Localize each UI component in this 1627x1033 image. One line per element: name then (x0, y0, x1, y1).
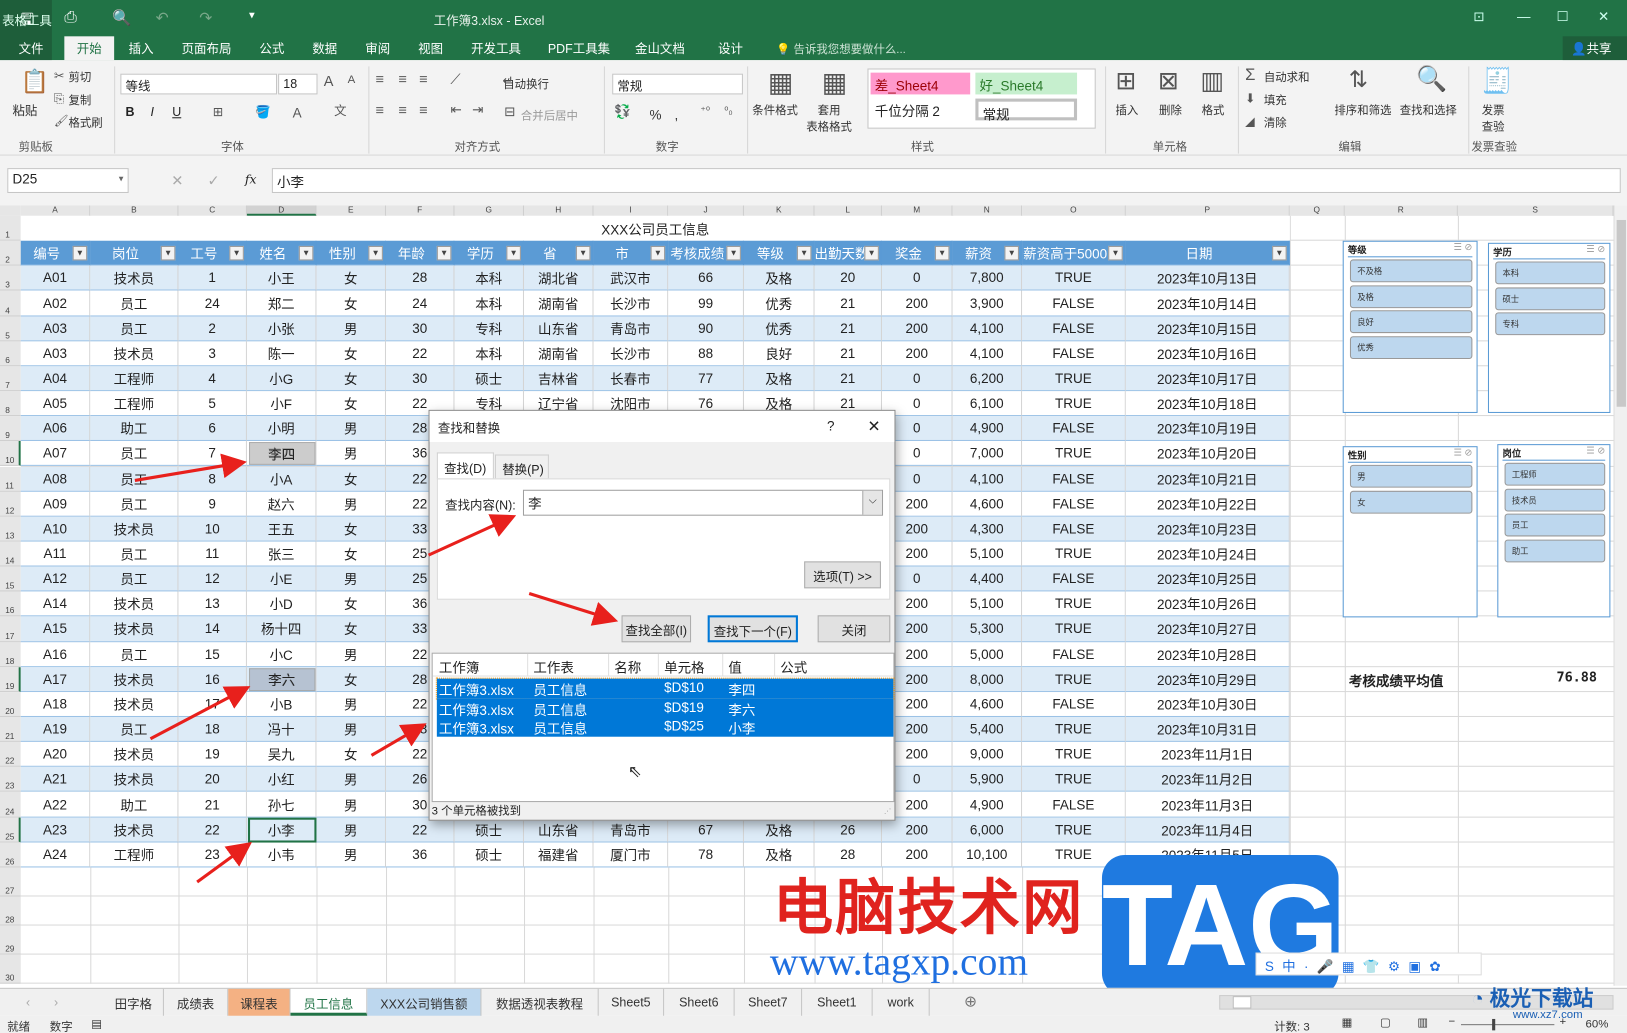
red-arrow (149, 686, 251, 741)
watermark-url: www.tagxp.com (769, 940, 1028, 984)
sheet-tab-XXX公司销售额[interactable]: XXX公司销售额 (367, 988, 482, 1016)
next-sheet-icon[interactable]: › (54, 995, 58, 1010)
ime-toolbar[interactable]: S中·🎤▦👕⚙▣✿ (1255, 952, 1482, 976)
red-arrow (196, 842, 252, 884)
sheet-tab-员工信息[interactable]: 员工信息 (290, 988, 368, 1016)
excel-window: 🖫 ⎙ 🔍 ↶ ↷ ▾ 工作簿3.xlsx - Excel 表格工具 ⊡ — ☐… (0, 0, 1627, 1033)
status-mode: 数字 (49, 1021, 73, 1033)
watermark-site-cn: 电脑技术网 (773, 872, 1085, 944)
sheet-tab-田字格[interactable]: 田字格 (104, 988, 164, 1016)
page-layout-view-icon[interactable]: ▢ (1380, 1016, 1391, 1029)
page-break-view-icon[interactable]: ▥ (1417, 1016, 1428, 1029)
corner-watermark-text: 极光下载站 (1489, 987, 1594, 1011)
corner-watermark-url: www.xz7.com (1512, 1008, 1583, 1022)
zoom-out-icon[interactable]: − (1449, 1016, 1456, 1028)
add-sheet-icon[interactable]: ⊕ (964, 992, 977, 1011)
normal-view-icon[interactable]: ▦ (1342, 1016, 1353, 1029)
zoom-slider-thumb[interactable] (1492, 1018, 1496, 1031)
status-bar: 就绪 数字 ▤ 计数: 3 ▦ ▢ ▥ − + 60% (0, 1015, 1627, 1033)
sheet-tab-数据透视表教程[interactable]: 数据透视表教程 (481, 988, 599, 1016)
red-arrow (134, 453, 247, 482)
prev-sheet-icon[interactable]: ‹ (26, 995, 30, 1010)
status-ready: 就绪 (7, 1021, 31, 1033)
red-arrow (528, 592, 619, 626)
sheet-tab-work[interactable]: work (873, 988, 930, 1016)
sheet-tab-成绩表[interactable]: 成绩表 (164, 988, 229, 1016)
sheet-tab-Sheet6[interactable]: Sheet6 (664, 988, 735, 1016)
sheet-tab-bar: ‹ › 田字格 成绩表 课程表 员工信息 XXX公司销售额 数据透视表教程 Sheet5 Sh… (0, 987, 1627, 1016)
sheet-tab-课程表[interactable]: 课程表 (228, 988, 291, 1016)
red-arrow (370, 723, 427, 757)
sheet-tab-Sheet5[interactable]: Sheet5 (599, 988, 665, 1016)
corner-watermark-logo: ◔ 极光下载站 (1471, 987, 1594, 1011)
zoom-slider[interactable] (1460, 1018, 1555, 1031)
scrollbar-thumb[interactable] (1232, 996, 1252, 1009)
zoom-level[interactable]: 60% (1585, 1018, 1608, 1030)
red-arrow (427, 514, 517, 557)
macro-record-icon[interactable]: ▤ (91, 1017, 102, 1030)
sheet-tab-Sheet1[interactable]: Sheet1 (802, 988, 873, 1016)
sheet-tab-Sheet7[interactable]: Sheet7 (735, 988, 803, 1016)
status-count: 计数: 3 (1274, 1021, 1310, 1033)
